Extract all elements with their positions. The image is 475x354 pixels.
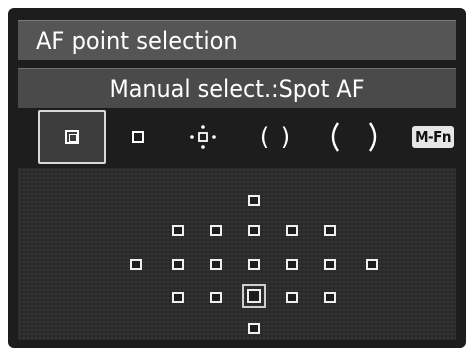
af-mode-selector: ( ) M-Fn xyxy=(18,110,456,164)
af-point[interactable] xyxy=(210,225,222,236)
af-mode-bar[interactable]: Manual select.:Spot AF xyxy=(18,68,456,108)
af-point[interactable] xyxy=(172,225,184,236)
spot-af-icon xyxy=(65,130,79,144)
af-point[interactable] xyxy=(130,259,142,270)
single-point-af-icon xyxy=(132,131,144,143)
af-point[interactable] xyxy=(286,292,298,303)
af-point[interactable] xyxy=(248,195,260,206)
af-point[interactable] xyxy=(324,259,336,270)
af-mode-label: Manual select.:Spot AF xyxy=(109,75,365,103)
m-fn-option[interactable]: M-Fn xyxy=(410,110,456,164)
single-point-af-option[interactable] xyxy=(116,110,160,164)
af-point-expansion-icon xyxy=(190,125,216,149)
m-fn-button-icon: M-Fn xyxy=(412,126,454,148)
af-point[interactable] xyxy=(248,259,260,270)
auto-select-af-option[interactable] xyxy=(318,110,390,164)
af-point[interactable] xyxy=(286,225,298,236)
af-point[interactable] xyxy=(286,259,298,270)
zone-af-option[interactable]: ( ) xyxy=(246,110,306,164)
af-point[interactable] xyxy=(248,323,260,334)
af-point[interactable] xyxy=(324,225,336,236)
af-point[interactable] xyxy=(248,225,260,236)
af-point[interactable] xyxy=(172,292,184,303)
af-point-expansion-option[interactable] xyxy=(178,110,228,164)
menu-title: AF point selection xyxy=(36,27,238,55)
title-bar: AF point selection xyxy=(18,20,456,60)
af-point[interactable] xyxy=(210,292,222,303)
spot-af-option[interactable] xyxy=(38,110,106,164)
spot-af-inner-square xyxy=(69,134,77,142)
af-point[interactable] xyxy=(366,259,378,270)
af-point[interactable] xyxy=(172,259,184,270)
auto-select-af-icon xyxy=(331,122,377,152)
af-point-selected[interactable] xyxy=(242,284,266,308)
af-point-grid xyxy=(18,168,456,340)
camera-menu-screen: AF point selection Manual select.:Spot A… xyxy=(8,8,466,348)
af-point[interactable] xyxy=(324,292,336,303)
zone-af-icon: ( ) xyxy=(259,123,293,151)
af-point[interactable] xyxy=(210,259,222,270)
